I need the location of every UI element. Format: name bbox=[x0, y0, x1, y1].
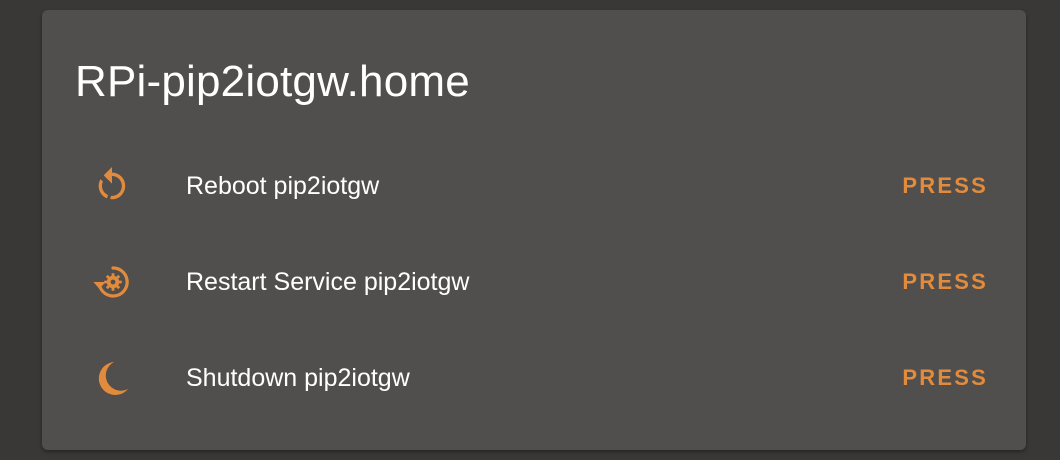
entity-row-shutdown: Shutdown pip2iotgw PRESS bbox=[42, 338, 1026, 418]
entity-row-reboot: Reboot pip2iotgw PRESS bbox=[42, 146, 1026, 226]
card-title: RPi-pip2iotgw.home bbox=[75, 57, 470, 106]
entity-label: Restart Service pip2iotgw bbox=[186, 268, 470, 296]
press-button-shutdown[interactable]: PRESS bbox=[892, 356, 998, 400]
entity-label: Shutdown pip2iotgw bbox=[186, 364, 410, 392]
restart-service-gear-icon bbox=[92, 262, 132, 302]
press-button-reboot[interactable]: PRESS bbox=[892, 164, 998, 208]
moon-icon bbox=[92, 358, 132, 398]
entity-row-restart-service: Restart Service pip2iotgw PRESS bbox=[42, 242, 1026, 322]
press-button-restart-service[interactable]: PRESS bbox=[892, 260, 998, 304]
restart-icon bbox=[92, 166, 132, 206]
entity-label: Reboot pip2iotgw bbox=[186, 172, 380, 200]
entities-card: RPi-pip2iotgw.home Reboot pip2iotgw PRES… bbox=[42, 10, 1026, 450]
